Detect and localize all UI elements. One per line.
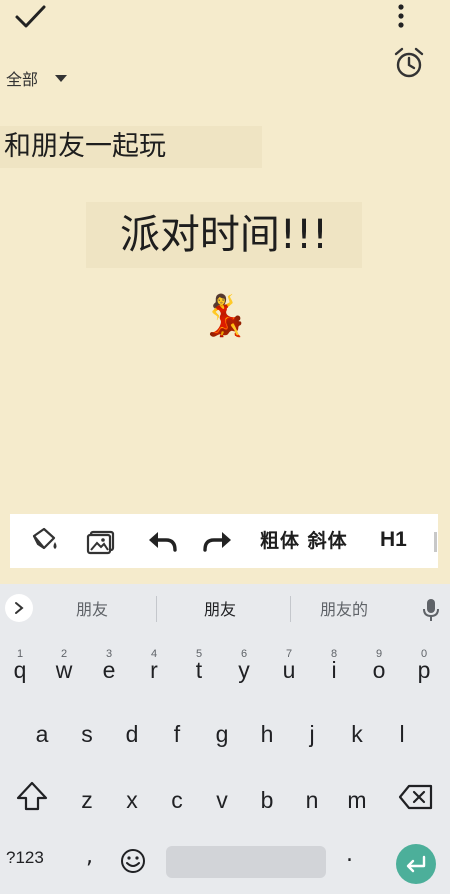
dancer-emoji: 💃 (200, 293, 250, 339)
comma-key[interactable]: , (86, 844, 93, 869)
key-a[interactable]: a (22, 708, 62, 756)
key-f[interactable]: f (157, 708, 197, 756)
bold-italic-button[interactable]: 粗体 斜体 (260, 526, 348, 553)
symbols-key[interactable]: ?123 (6, 848, 44, 868)
undo-icon[interactable] (146, 526, 178, 556)
key-k[interactable]: k (337, 708, 377, 756)
key-z[interactable]: z (67, 774, 107, 822)
key-t[interactable]: 5t (179, 644, 219, 692)
key-b[interactable]: b (247, 774, 287, 822)
more-vertical-icon[interactable] (392, 2, 410, 32)
key-j[interactable]: j (292, 708, 332, 756)
caret-down-icon (55, 75, 68, 82)
key-m[interactable]: m (337, 774, 377, 822)
alarm-clock-icon[interactable] (392, 46, 426, 80)
suggestion-divider (156, 596, 157, 622)
key-l[interactable]: l (382, 708, 422, 756)
note-heading[interactable]: 派对时间!!! (86, 202, 362, 268)
key-r[interactable]: 4r (134, 644, 174, 692)
backspace-icon[interactable] (398, 782, 434, 812)
key-y[interactable]: 6y (224, 644, 264, 692)
shift-icon[interactable] (14, 778, 50, 814)
enter-icon (406, 855, 426, 873)
key-v[interactable]: v (202, 774, 242, 822)
format-toolbar: 粗体 斜体 H1 (10, 514, 438, 568)
toolbar-scroll-indicator (434, 532, 437, 552)
suggestion-1[interactable]: 朋友 (76, 596, 108, 620)
soft-keyboard: 朋友 朋友 朋友的 1q 2w 3e 4r 5t 6y 7u 8i 9o 0p … (0, 584, 450, 894)
key-u[interactable]: 7u (269, 644, 309, 692)
period-key[interactable]: . (346, 842, 353, 867)
key-p[interactable]: 0p (404, 644, 444, 692)
suggestion-3[interactable]: 朋友的 (320, 596, 368, 620)
suggestion-bar: 朋友 朋友 朋友的 (0, 584, 450, 632)
suggestion-2[interactable]: 朋友 (204, 596, 236, 620)
key-g[interactable]: g (202, 708, 242, 756)
enter-button[interactable] (396, 844, 436, 884)
key-n[interactable]: n (292, 774, 332, 822)
key-w[interactable]: 2w (44, 644, 84, 692)
expand-suggestions-button[interactable] (5, 594, 33, 622)
check-icon[interactable] (14, 2, 48, 32)
key-x[interactable]: x (112, 774, 152, 822)
key-o[interactable]: 9o (359, 644, 399, 692)
space-bar[interactable] (166, 846, 326, 878)
key-i[interactable]: 8i (314, 644, 354, 692)
key-c[interactable]: c (157, 774, 197, 822)
key-q[interactable]: 1q (0, 644, 40, 692)
microphone-icon[interactable] (422, 598, 440, 622)
h1-button[interactable]: H1 (380, 528, 407, 552)
suggestion-divider (290, 596, 291, 622)
category-dropdown[interactable]: 全部 (6, 66, 68, 90)
paint-bucket-icon[interactable] (28, 526, 60, 556)
key-h[interactable]: h (247, 708, 287, 756)
note-subtitle[interactable]: 和朋友一起玩 (0, 126, 262, 168)
redo-icon[interactable] (202, 526, 234, 556)
key-s[interactable]: s (67, 708, 107, 756)
category-label: 全部 (6, 70, 39, 89)
emoji-icon[interactable] (120, 848, 146, 874)
image-icon[interactable] (86, 526, 118, 556)
key-e[interactable]: 3e (89, 644, 129, 692)
chevron-right-icon (15, 602, 24, 614)
key-d[interactable]: d (112, 708, 152, 756)
